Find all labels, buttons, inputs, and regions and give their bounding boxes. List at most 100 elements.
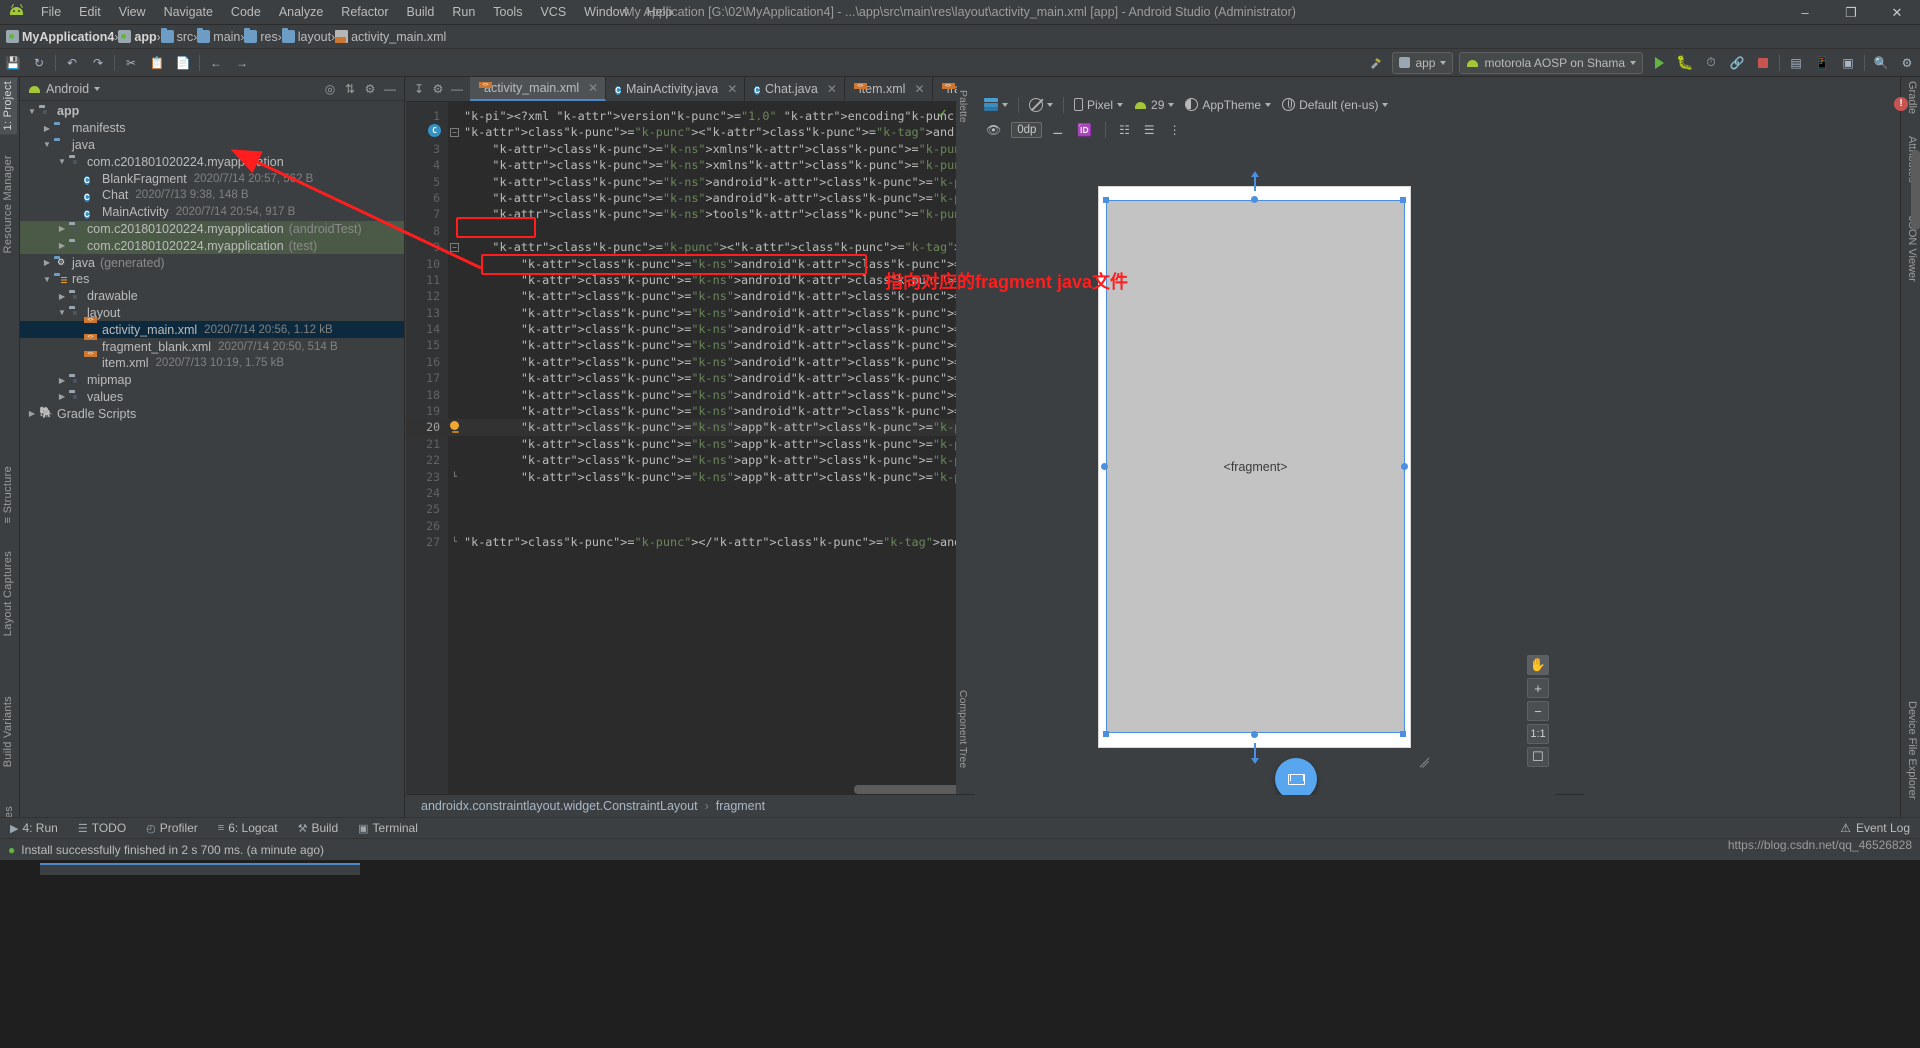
- tree-node-blankfragment[interactable]: C BlankFragment 2020/7/14 20:57, 562 B: [20, 170, 404, 187]
- breadcrumb-item-layout[interactable]: layout: [281, 28, 331, 44]
- rail-layout-captures[interactable]: Layout Captures: [0, 547, 17, 640]
- project-view-selector[interactable]: Android: [46, 82, 89, 96]
- tree-node-chat[interactable]: C Chat 2020/7/13 9:38, 148 B: [20, 187, 404, 204]
- zoom-ratio-label[interactable]: 1:1: [1527, 724, 1549, 744]
- tree-node-com-c201801020224-myapplication[interactable]: ▶ com.c201801020224.myapplication (test): [20, 237, 404, 255]
- canvas-resize-grip[interactable]: [1418, 752, 1432, 769]
- guideline-icon[interactable]: ⋮: [1165, 121, 1185, 139]
- menu-item-analyze[interactable]: Analyze: [270, 2, 332, 22]
- attach-debugger-icon[interactable]: 🔗: [1725, 52, 1749, 74]
- code-line-14[interactable]: 14 "k-attr">class"k-punc">="k-ns">androi…: [406, 321, 956, 337]
- code-line-12[interactable]: 12 "k-attr">class"k-punc">="k-ns">androi…: [406, 288, 956, 304]
- editor-vertical-scrollbar[interactable]: [1911, 150, 1920, 230]
- expand-arrow-open-icon[interactable]: ▼: [41, 140, 53, 149]
- editor-breadcrumb[interactable]: androidx.constraintlayout.widget.Constra…: [406, 794, 1584, 817]
- menu-item-tools[interactable]: Tools: [484, 2, 531, 22]
- constraint-handle-right[interactable]: [1401, 463, 1408, 470]
- zoom-controls[interactable]: ✋ + − 1:1 ☐: [1527, 655, 1549, 767]
- code-line-6[interactable]: 6 "k-attr">class"k-punc">="k-ns">android…: [406, 190, 956, 206]
- collapse-icon[interactable]: ↧: [410, 80, 428, 98]
- collapse-all-icon[interactable]: ⇅: [341, 80, 359, 98]
- intention-bulb-icon[interactable]: [450, 421, 461, 434]
- menu-item-refactor[interactable]: Refactor: [332, 2, 397, 22]
- code-line-17[interactable]: 17 "k-attr">class"k-punc">="k-ns">androi…: [406, 370, 956, 386]
- minimize-panel-icon[interactable]: —: [448, 80, 466, 98]
- project-panel[interactable]: Android ◎ ⇅ ⚙ — ▼ app ▶ manifests ▼ java ▼ com.…: [20, 77, 405, 817]
- stop-icon[interactable]: [1751, 52, 1775, 74]
- breadcrumb-item-src[interactable]: src: [160, 28, 193, 44]
- code-line-18[interactable]: 18 "k-attr">class"k-punc">="k-ns">androi…: [406, 387, 956, 403]
- expand-arrow-closed-icon[interactable]: ▶: [56, 241, 68, 250]
- expand-arrow-closed-icon[interactable]: ▶: [56, 392, 68, 401]
- pack-icon[interactable]: ⚊: [1048, 121, 1067, 139]
- expand-arrow-closed-icon[interactable]: ▶: [41, 124, 53, 133]
- expand-arrow-open-icon[interactable]: ▼: [56, 308, 68, 317]
- expand-arrow-open-icon[interactable]: ▼: [56, 157, 68, 166]
- expand-arrow-closed-icon[interactable]: ▶: [41, 258, 53, 267]
- sdk-manager-icon[interactable]: ▤: [1784, 52, 1808, 74]
- component-tree-rail[interactable]: Component Tree: [957, 690, 975, 800]
- rail-resource-manager[interactable]: Resource Manager: [0, 151, 17, 257]
- breadcrumb-item-app[interactable]: app: [118, 30, 157, 44]
- menu-item-view[interactable]: View: [110, 2, 155, 22]
- resize-handle-tr[interactable]: [1400, 197, 1406, 203]
- forward-icon[interactable]: →: [230, 52, 254, 74]
- tree-node-app[interactable]: ▼ app: [20, 103, 404, 120]
- device-selector[interactable]: motorola AOSP on Shama: [1459, 51, 1643, 74]
- code-line-27[interactable]: 27 └ "k-attr">class"k-punc">="k-punc"></"k…: [406, 534, 956, 550]
- target-icon[interactable]: ◎: [321, 80, 339, 98]
- code-line-4[interactable]: 4 "k-attr">class"k-punc">="k-ns">xmlns"k…: [406, 157, 956, 173]
- code-line-16[interactable]: 16 "k-attr">class"k-punc">="k-ns">androi…: [406, 354, 956, 370]
- constraint-handle-left[interactable]: [1101, 463, 1108, 470]
- main-toolbar[interactable]: 💾 ↻ ↶ ↷ ✂ 📋 📄 ← → app motorola AOSP on S…: [0, 49, 1920, 77]
- editor-tab-item-xml[interactable]: item.xml ✕: [845, 77, 933, 101]
- tree-node-drawable[interactable]: ▶ drawable: [20, 288, 404, 305]
- bottom-tool-4--run[interactable]: ▶ 4: Run: [0, 821, 68, 835]
- chevron-down-icon[interactable]: [94, 86, 101, 91]
- settings-icon[interactable]: ⚙: [1895, 52, 1919, 74]
- zoom-fit-button[interactable]: ☐: [1527, 747, 1549, 767]
- code-line-20[interactable]: 20 "k-attr">class"k-punc">="k-ns">app"k-…: [406, 419, 956, 436]
- menu-item-navigate[interactable]: Navigate: [155, 2, 222, 22]
- close-icon[interactable]: ✕: [727, 82, 737, 96]
- preview-constraint-toolbar[interactable]: 👁 0dp ⚊ 🆔 ☷ ☰ ⋮: [975, 119, 1584, 141]
- code-editor[interactable]: 1 "k-pi"><?xml "k-attr">version"k-punc">=…: [406, 102, 956, 794]
- resize-handle-br[interactable]: [1400, 731, 1406, 737]
- menu-item-edit[interactable]: Edit: [70, 2, 110, 22]
- constraint-handle-bottom[interactable]: [1251, 731, 1258, 738]
- bottom-tool-build[interactable]: ⚒ Build: [288, 821, 349, 835]
- minimize-button[interactable]: –: [1782, 0, 1828, 25]
- pan-fab-button[interactable]: [1275, 758, 1317, 795]
- rail-device-file-explorer[interactable]: Device File Explorer: [1903, 697, 1920, 803]
- breadcrumb-item-activity-main-xml[interactable]: activity_main.xml: [335, 30, 446, 44]
- show-constraints-icon[interactable]: 👁: [982, 121, 1005, 139]
- hammer-icon[interactable]: [1364, 52, 1388, 74]
- back-icon[interactable]: ←: [204, 52, 228, 74]
- code-line-26[interactable]: 26: [406, 518, 956, 534]
- expand-arrow-closed-icon[interactable]: ▶: [56, 224, 68, 233]
- code-line-2[interactable]: 2C−"k-attr">class"k-punc">="k-punc"><"k-…: [406, 124, 956, 140]
- design-canvas[interactable]: <fragment> ✋ + − 1:1 ☐: [975, 145, 1555, 795]
- module-selector[interactable]: app: [1392, 51, 1454, 74]
- code-line-19[interactable]: 19 "k-attr">class"k-punc">="k-ns">androi…: [406, 403, 956, 419]
- breadcrumb-item-main[interactable]: main: [197, 28, 240, 44]
- cut-icon[interactable]: ✂: [119, 52, 143, 74]
- tree-node-activity-main-xml[interactable]: activity_main.xml 2020/7/14 20:56, 1.12 k…: [20, 321, 404, 339]
- menu-item-file[interactable]: File: [32, 2, 70, 22]
- editor-tab-mainactivity-java[interactable]: C MainActivity.java ✕: [606, 77, 746, 101]
- search-icon[interactable]: 🔍: [1869, 52, 1893, 74]
- zoom-in-button[interactable]: +: [1527, 678, 1549, 698]
- redo-icon[interactable]: ↷: [86, 52, 110, 74]
- selected-fragment[interactable]: <fragment>: [1106, 200, 1405, 733]
- breadcrumb-item-res[interactable]: res: [244, 28, 278, 44]
- editor-breadcrumb-leaf[interactable]: fragment: [716, 799, 765, 813]
- zoom-out-button[interactable]: −: [1527, 701, 1549, 721]
- copy-icon[interactable]: 📋: [145, 52, 169, 74]
- editor-breadcrumb-root[interactable]: androidx.constraintlayout.widget.Constra…: [421, 799, 698, 813]
- warning-badge[interactable]: !: [1894, 97, 1908, 111]
- tree-node-fragment-blank-xml[interactable]: fragment_blank.xml 2020/7/14 20:50, 514 B: [20, 338, 404, 355]
- code-line-1[interactable]: 1 "k-pi"><?xml "k-attr">version"k-punc">=…: [406, 108, 956, 124]
- resize-handle-bl[interactable]: [1103, 731, 1109, 737]
- rail-structure[interactable]: ≡ Structure: [0, 462, 17, 527]
- code-line-24[interactable]: 24: [406, 485, 956, 501]
